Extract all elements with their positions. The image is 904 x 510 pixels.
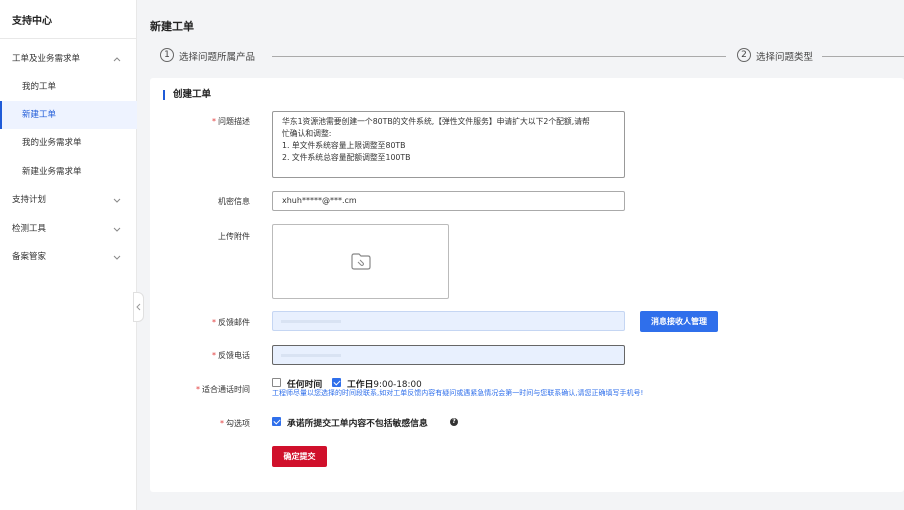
sidebar-item-my-tickets[interactable]: 我的工单 [0,73,137,101]
description-textarea[interactable]: 华东1资源池需要创建一个80TB的文件系统,【弹性文件服务】申请扩大以下2个配额… [272,111,625,178]
calltime-hint: 工程师尽量以您选择的时间段联系,如对工单反馈内容有疑问或遇紧急情况会第一时间与您… [272,389,644,397]
sidebar-item-label: 备案管家 [12,252,47,262]
section-title: 创建工单 [163,90,211,100]
masked-value [281,320,341,323]
submit-button[interactable]: 确定提交 [272,446,327,467]
ticket-form-card: 创建工单 * 问题描述 华东1资源池需要创建一个80TB的文件系统,【弹性文件服务… [150,78,904,492]
step-number: 1 [160,48,174,62]
anytime-checkbox[interactable] [272,378,281,387]
sidebar-collapse-handle[interactable] [133,292,144,322]
recipient-manage-button[interactable]: 消息接收人管理 [640,311,718,332]
sidebar-item-label: 支持计划 [12,195,47,205]
secret-value: xhuh*****@***.cm [282,196,357,205]
page-title: 新建工单 [150,20,194,33]
stepper: 1 选择问题所属产品 2 选择问题类型 [150,44,904,68]
sidebar-item-tools[interactable]: 检测工具 [0,215,137,243]
upload-label: 上传附件 [218,232,250,241]
workday-checkbox[interactable] [332,378,341,387]
step-number: 2 [737,48,751,62]
upload-dropzone[interactable] [272,224,449,299]
consent-text: 承诺所提交工单内容不包括敏感信息 [287,419,428,429]
consent-checkbox[interactable] [272,417,281,426]
description-line: 忙确认和调整: [282,129,332,138]
phone-input[interactable] [272,345,625,365]
consent-label: * 勾选项 [220,419,250,428]
sidebar-item-support-plan[interactable]: 支持计划 [0,186,137,214]
masked-value [281,354,341,357]
step-connector [822,56,904,57]
sidebar-item-label: 新建工单 [22,110,57,120]
step-label: 选择问题类型 [756,52,814,63]
description-label: * 问题描述 [212,117,250,126]
sidebar-divider [0,38,137,39]
sidebar-title: 支持中心 [12,16,52,27]
step-connector [272,56,726,57]
sidebar-item-filing[interactable]: 备案管家 [0,243,137,271]
sidebar-item-new-ticket[interactable]: 新建工单 [0,101,137,129]
email-input[interactable] [272,311,625,331]
sidebar-item-label: 新建业务需求单 [22,167,82,177]
sidebar-item-label: 我的业务需求单 [22,138,82,148]
folder-icon [351,253,371,270]
description-line: 华东1资源池需要创建一个80TB的文件系统,【弹性文件服务】申请扩大以下2个配额… [282,117,590,126]
help-icon[interactable]: ? [450,418,458,426]
phone-label: * 反馈电话 [212,351,250,360]
sidebar-item-new-request[interactable]: 新建业务需求单 [0,158,137,186]
calltime-label: * 适合通话时间 [196,385,250,394]
sidebar-item-label: 我的工单 [22,82,57,92]
sidebar: 支持中心 工单及业务需求单 我的工单 新建工单 我的业务需求单 新建业务需求单 … [0,0,137,510]
secret-label: 机密信息 [218,197,250,206]
description-line: 1. 单文件系统容量上限调整至80TB [282,141,406,150]
sidebar-item-my-requests[interactable]: 我的业务需求单 [0,129,137,157]
sidebar-item-label: 工单及业务需求单 [12,54,81,64]
secret-input[interactable]: xhuh*****@***.cm [272,191,625,211]
email-label: * 反馈邮件 [212,318,250,327]
sidebar-item-ticket-group[interactable]: 工单及业务需求单 [0,45,137,73]
step-label: 选择问题所属产品 [179,52,256,63]
sidebar-item-label: 检测工具 [12,224,47,234]
description-line: 2. 文件系统总容量配额调整至100TB [282,153,411,162]
chevron-down-icon [113,243,123,283]
